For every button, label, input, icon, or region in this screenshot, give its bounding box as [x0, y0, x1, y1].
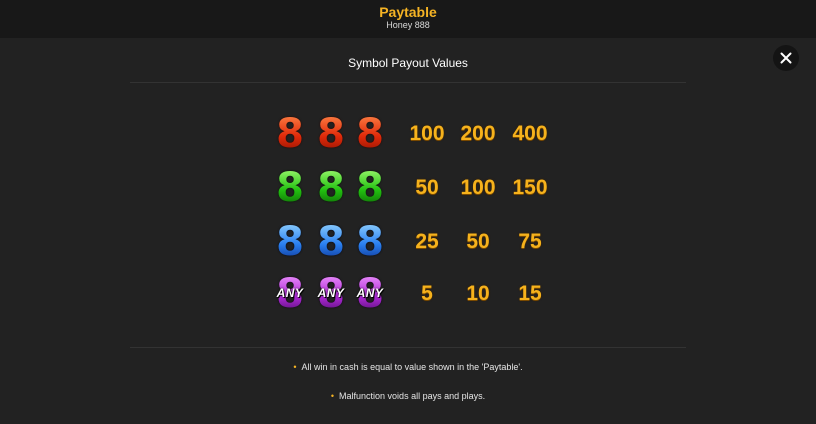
- symbol-glyph: 8: [273, 112, 307, 156]
- symbol-glyph: 8: [353, 220, 387, 264]
- payout-value: 100: [460, 176, 496, 199]
- paytable-row-green: 8 8 8 50 100 150: [0, 166, 816, 210]
- green-eight-symbol: 8: [273, 166, 307, 210]
- any-label: ANY: [356, 286, 384, 300]
- symbol-glyph: 8: [314, 112, 348, 156]
- payout-value: 5: [421, 282, 433, 305]
- payout-value: 15: [518, 282, 542, 305]
- payout-value: 150: [512, 176, 548, 199]
- payout-value: 200: [460, 122, 496, 145]
- symbol-glyph: 8: [273, 166, 307, 210]
- symbol-glyph: 8: [273, 220, 307, 264]
- symbol-glyph: 8: [314, 166, 348, 210]
- blue-eight-symbol: 8: [273, 220, 307, 264]
- red-eight-symbol: 8: [314, 112, 348, 156]
- close-button[interactable]: [773, 45, 799, 71]
- rule-note: • Malfunction voids all pays and plays.: [130, 390, 686, 402]
- paytable-row-any: 8 ANY 8 ANY 8 ANY 5 10 15: [0, 272, 816, 316]
- bullet-icon: •: [293, 362, 297, 372]
- rule-text: Malfunction voids all pays and plays.: [339, 391, 486, 401]
- blue-eight-symbol: 8: [353, 220, 387, 264]
- symbol-glyph: 8: [353, 112, 387, 156]
- paytable-header: Paytable Honey 888: [0, 0, 816, 38]
- blue-eight-symbol: 8: [314, 220, 348, 264]
- page-title: Paytable: [379, 4, 437, 20]
- payout-value: 50: [466, 230, 490, 253]
- payout-value: 75: [518, 230, 542, 253]
- payout-value: 10: [466, 282, 490, 305]
- game-name: Honey 888: [386, 20, 430, 30]
- any-eight-symbol: 8 ANY: [273, 272, 307, 316]
- symbol-glyph: 8: [353, 166, 387, 210]
- top-divider: [130, 82, 686, 83]
- paytable-row-red: 8 8 8 100 200 400: [0, 112, 816, 156]
- red-eight-symbol: 8: [353, 112, 387, 156]
- green-eight-symbol: 8: [353, 166, 387, 210]
- close-icon: [780, 52, 792, 64]
- bullet-icon: •: [330, 391, 335, 401]
- paytable-row-blue: 8 8 8 25 50 75: [0, 220, 816, 264]
- payout-value: 50: [415, 176, 439, 199]
- rule-text: All win in cash is equal to value shown …: [301, 362, 523, 372]
- payout-value: 100: [409, 122, 445, 145]
- any-eight-symbol: 8 ANY: [353, 272, 387, 316]
- green-eight-symbol: 8: [314, 166, 348, 210]
- any-eight-symbol: 8 ANY: [314, 272, 348, 316]
- any-label: ANY: [276, 286, 304, 300]
- section-title: Symbol Payout Values: [348, 56, 468, 70]
- payout-value: 400: [512, 122, 548, 145]
- payout-value: 25: [415, 230, 439, 253]
- symbol-glyph: 8: [314, 220, 348, 264]
- bottom-divider: [130, 347, 686, 348]
- red-eight-symbol: 8: [273, 112, 307, 156]
- rule-note: • All win in cash is equal to value shown…: [130, 361, 686, 373]
